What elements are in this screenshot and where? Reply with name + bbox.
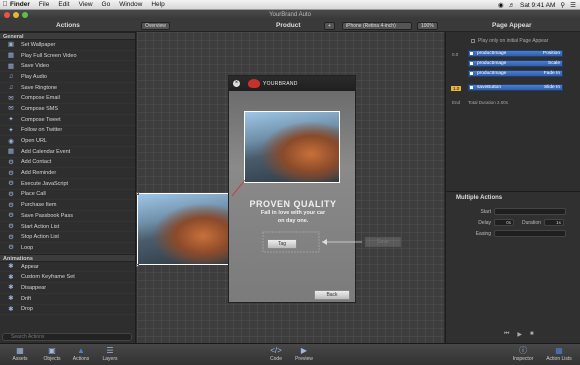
bottom-toolbar: ▦ Assets ▣ Objects ▲ Actions ☰ Layers </> Cod…	[0, 343, 580, 365]
easing-row: Easing	[473, 230, 566, 237]
layers-button[interactable]: ☰ Layers	[98, 346, 122, 362]
animation-track[interactable]: productImage Scale	[468, 60, 563, 67]
animation-track[interactable]: productImage Position	[468, 50, 563, 57]
checkbox-icon[interactable]	[471, 39, 475, 43]
action-list-panel: Play only on initial Page Appear 0.0 pro…	[445, 32, 580, 343]
total-duration: Total Duration 2.00s	[468, 100, 509, 105]
timeline-start-label: 0.0	[452, 52, 459, 57]
layers-icon: ☰	[106, 346, 114, 355]
link-line	[231, 179, 246, 197]
track-icon	[470, 86, 473, 89]
start-select[interactable]	[494, 208, 566, 215]
play-once-checkbox[interactable]: Play only on initial Page Appear	[471, 38, 580, 44]
track-icon	[470, 72, 473, 75]
actions-icon: ▲	[77, 346, 85, 355]
rewind-icon[interactable]: ⏮	[504, 331, 509, 338]
animation-track[interactable]: productImage Fade In	[468, 70, 563, 77]
easing-select[interactable]	[494, 230, 566, 237]
track-icon	[470, 52, 473, 55]
code-button[interactable]: </> Code	[264, 346, 288, 362]
animation-track[interactable]: saveButton Slide In	[468, 84, 563, 91]
objects-icon: ▣	[48, 346, 56, 355]
duration-field[interactable]: 1s	[543, 219, 564, 226]
ghost-button[interactable]: Save	[365, 237, 401, 247]
start-row: Start	[473, 208, 566, 215]
actions-button[interactable]: ▲ Actions	[69, 346, 93, 362]
assets-button[interactable]: ▦ Assets	[8, 346, 32, 362]
timing-row: Delay 0s Duration 1s	[473, 219, 564, 226]
preview-button[interactable]: ▶ Preview	[292, 346, 316, 362]
play-icon[interactable]: ▶	[517, 331, 522, 338]
objects-button[interactable]: ▣ Objects	[40, 346, 64, 362]
multiple-actions-panel: Multiple Actions Start Delay 0s Duration…	[446, 191, 580, 343]
arrow-left-icon	[322, 239, 327, 245]
code-icon: </>	[270, 346, 282, 355]
action-lists-button[interactable]: ▦ Action Lists	[542, 346, 576, 362]
timeline-marker[interactable]: 1.0	[451, 86, 462, 91]
inspector-icon: ⓘ	[519, 346, 527, 355]
assets-icon: ▦	[16, 346, 24, 355]
stop-icon[interactable]: ■	[530, 331, 534, 338]
timeline-end-label: End	[452, 100, 461, 105]
multiple-actions-title: Multiple Actions	[456, 195, 503, 201]
preview-icon: ▶	[300, 346, 308, 355]
selection-box	[262, 231, 320, 253]
delay-field[interactable]: 0s	[494, 219, 514, 226]
inspector-button[interactable]: ⓘ Inspector	[511, 346, 535, 362]
action-lists-icon: ▦	[555, 346, 563, 355]
track-icon	[470, 62, 473, 65]
playback-controls: ⏮ ▶ ■	[504, 331, 534, 338]
